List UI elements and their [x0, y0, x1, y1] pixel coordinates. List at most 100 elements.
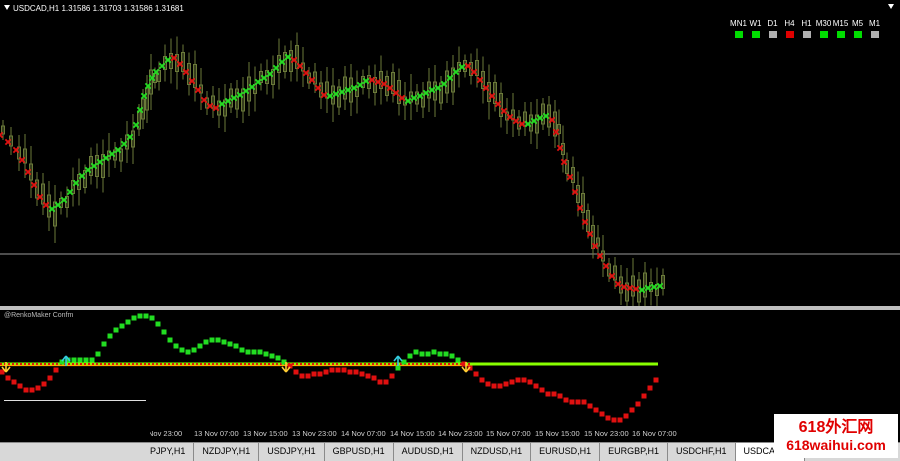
osc-bear-square [581, 399, 587, 405]
zero-line-dot [432, 363, 434, 365]
zero-line-dot [312, 363, 314, 365]
horizontal-line-object[interactable] [4, 400, 146, 401]
zero-line-dot [336, 363, 338, 365]
timeframe-w1: W1 [747, 18, 764, 38]
osc-bull-square [119, 323, 125, 329]
osc-bull-square [263, 351, 269, 357]
osc-bull-square [407, 353, 413, 359]
oscillator-canvas[interactable] [0, 310, 900, 428]
chart-tab-usdjpy-h1[interactable]: USDJPY,H1 [259, 443, 325, 461]
chart-title: USDCAD,H1 1.31586 1.31703 1.31586 1.3168… [4, 4, 184, 13]
osc-bear-square [317, 371, 323, 377]
osc-bull-square [125, 319, 131, 325]
osc-bear-square [521, 377, 527, 383]
chart-tab-pjpy-h1[interactable]: PJPY,H1 [142, 443, 195, 461]
osc-bear-square [635, 401, 641, 407]
timeframe-trend-panel: MN1 W1 D1 H4 H1 M30 M15 M5 M1 [730, 18, 883, 38]
zero-line-dot [264, 363, 266, 365]
zero-line-dot [72, 363, 74, 365]
zero-line-dot [144, 363, 146, 365]
osc-bull-square [227, 341, 233, 347]
zero-line-dot [28, 363, 30, 365]
indicator-pane[interactable]: @RenkoMaker Confm [0, 310, 900, 428]
chevron-down-icon[interactable] [888, 4, 894, 9]
zero-line-dot [208, 363, 210, 365]
zero-line-dot [304, 363, 306, 365]
osc-bull-square [431, 349, 437, 355]
osc-bear-square [53, 367, 59, 373]
osc-bear-square [599, 411, 605, 417]
osc-bull-square [95, 351, 101, 357]
osc-bear-square [389, 373, 395, 379]
zero-line-dot [124, 363, 126, 365]
osc-bear-square [605, 415, 611, 421]
chart-tab-eurusd-h1[interactable]: EURUSD,H1 [531, 443, 601, 461]
zero-line-dot [8, 363, 10, 365]
time-tick-label: 16 Nov 07:00 [632, 429, 677, 438]
zero-line-dot [368, 363, 370, 365]
chart-tab-gbpusd-h1[interactable]: GBPUSD,H1 [324, 443, 394, 461]
zero-line-dot [152, 363, 154, 365]
osc-bear-square [353, 369, 359, 375]
bear-x-marker [0, 131, 4, 139]
zero-line-dot [148, 363, 150, 365]
zero-line-dot [408, 363, 410, 365]
timeframe-trend-box [836, 31, 845, 38]
chart-tab-eurgbp-h1[interactable]: EURGBP,H1 [600, 443, 668, 461]
osc-bull-square [131, 315, 137, 321]
dropdown-triangle-icon[interactable] [4, 5, 10, 10]
osc-bull-square [179, 347, 185, 353]
osc-bear-square [491, 383, 497, 389]
tabbar-offset [0, 443, 142, 461]
zero-line-dot [48, 363, 50, 365]
zero-line-dot [420, 363, 422, 365]
osc-bull-square [77, 357, 83, 363]
osc-bear-square [335, 367, 341, 373]
zero-line-dot [180, 363, 182, 365]
osc-bull-square [161, 329, 167, 335]
price-chart-canvas[interactable] [0, 0, 900, 306]
zero-line-dot [220, 363, 222, 365]
zero-line-dot [192, 363, 194, 365]
zero-line-dot [380, 363, 382, 365]
zero-line-dot [108, 363, 110, 365]
chart-tabs-bar: PJPY,H1 NZDJPY,H1 USDJPY,H1 GBPUSD,H1 AUDUSD… [0, 442, 900, 461]
zero-line-dot [84, 363, 86, 365]
osc-bear-square [41, 381, 47, 387]
zero-line-dot [384, 363, 386, 365]
zero-line-dot [204, 363, 206, 365]
osc-bull-square [215, 337, 221, 343]
osc-bear-square [23, 387, 29, 393]
chart-tab-audusd-h1[interactable]: AUDUSD,H1 [393, 443, 463, 461]
osc-bear-square [383, 379, 389, 385]
chart-tab-nzdjpy-h1[interactable]: NZDJPY,H1 [194, 443, 260, 461]
osc-bear-square [587, 403, 593, 409]
zero-line-dot [12, 363, 14, 365]
zero-line-dot [444, 363, 446, 365]
zero-line-dot [216, 363, 218, 365]
osc-bull-square [143, 313, 149, 319]
zero-line-dot [156, 363, 158, 365]
zero-line-dot [328, 363, 330, 365]
chart-tab-nzdusd-h1[interactable]: NZDUSD,H1 [462, 443, 532, 461]
zero-line-dot [324, 363, 326, 365]
osc-bear-square [17, 383, 23, 389]
osc-bear-square [473, 371, 479, 377]
chart-tab-usdchf-h1[interactable]: USDCHF,H1 [668, 443, 736, 461]
osc-bull-square [71, 357, 77, 363]
price-chart-pane[interactable]: USDCAD,H1 1.31586 1.31703 1.31586 1.3168… [0, 0, 900, 306]
zero-line-dot [252, 363, 254, 365]
zero-line-dot [32, 363, 34, 365]
timeframe-mn1: MN1 [730, 18, 747, 38]
timeframe-trend-box [853, 31, 862, 38]
zero-line-dot [392, 363, 394, 365]
timeframe-label: H1 [801, 19, 812, 28]
osc-bull-square [443, 351, 449, 357]
timeframe-label: M5 [851, 19, 864, 28]
zero-line-dot [428, 363, 430, 365]
zero-line-dot [116, 363, 118, 365]
osc-bull-square [239, 347, 245, 353]
zero-line-dot [412, 363, 414, 365]
osc-bear-square [365, 373, 371, 379]
zero-line-dot [212, 363, 214, 365]
